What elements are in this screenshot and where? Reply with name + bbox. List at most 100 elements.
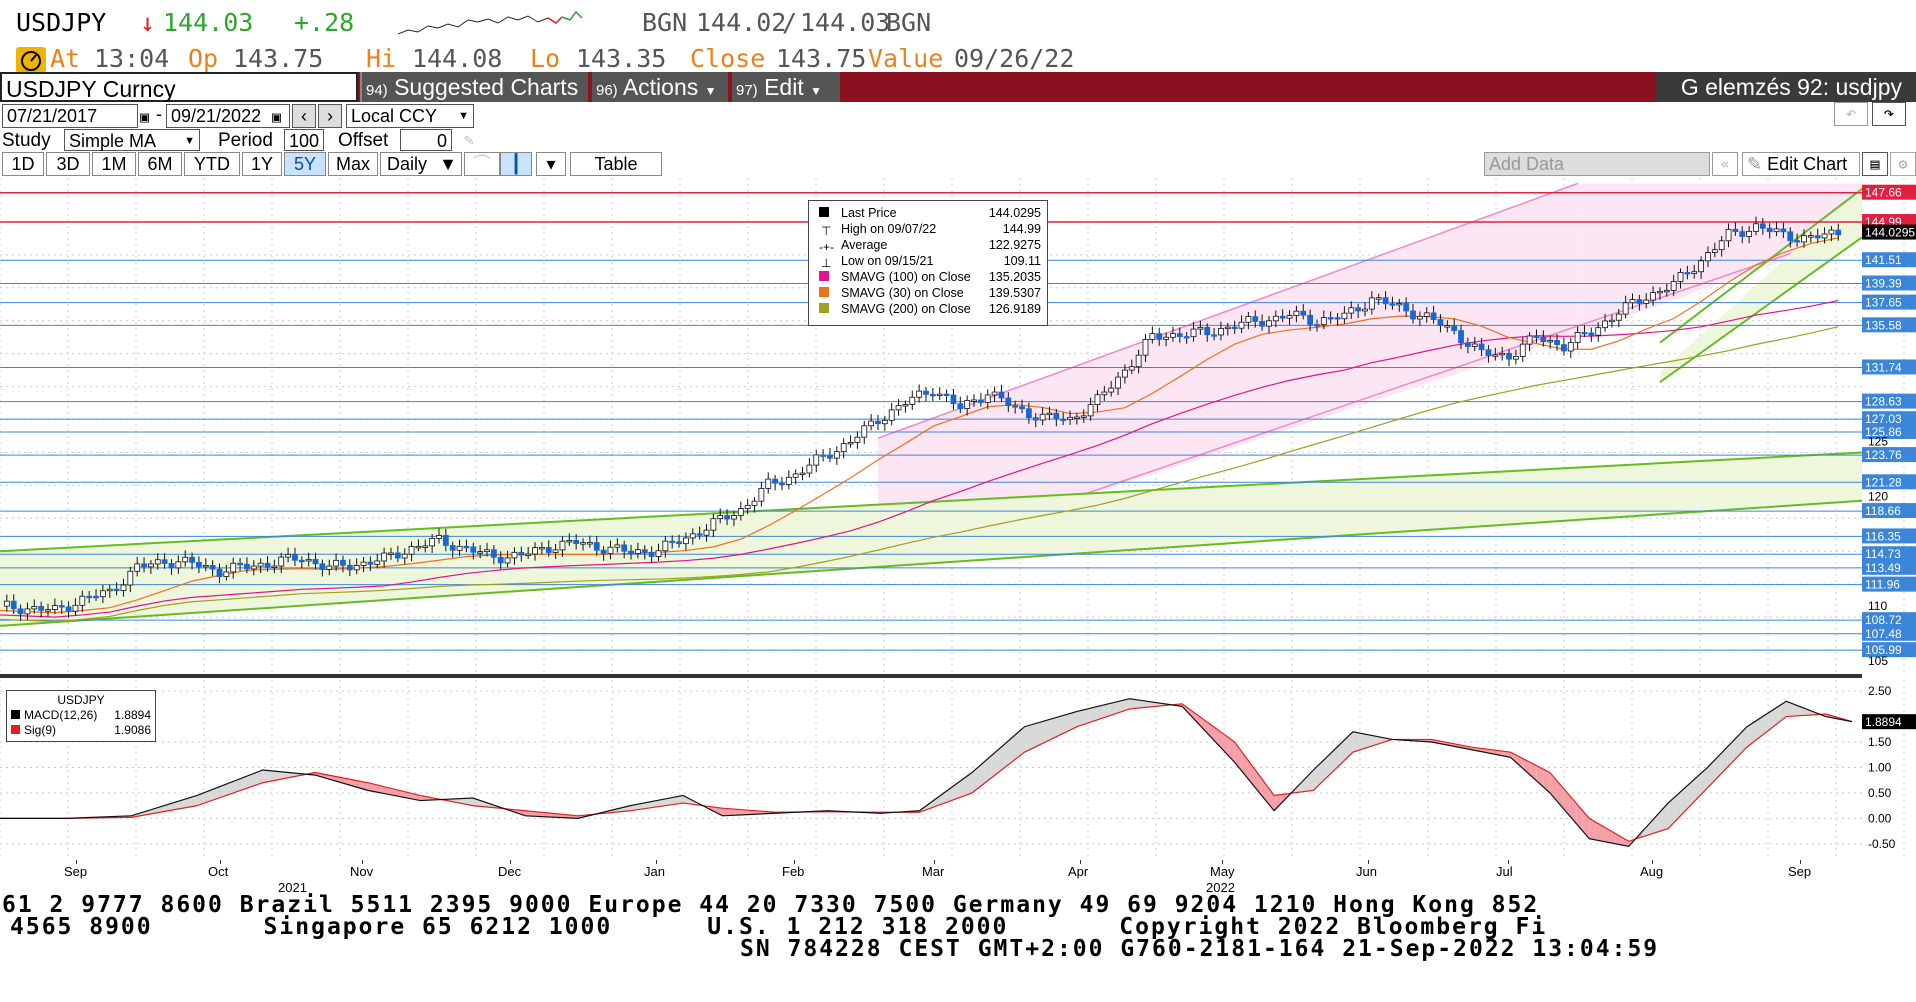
candle-body xyxy=(1293,310,1300,317)
candle-body xyxy=(1122,369,1128,378)
candle-body xyxy=(1087,404,1094,417)
tab-1y[interactable]: 1Y xyxy=(242,152,282,176)
period-value: 100 xyxy=(289,131,320,151)
candle-body xyxy=(1327,317,1334,320)
frequency-select[interactable]: Daily ▼ xyxy=(380,152,462,176)
collapse-icon[interactable]: « xyxy=(1712,152,1738,176)
macd-histogram-fill xyxy=(1129,698,1137,709)
candle-body xyxy=(635,549,641,554)
start-date-value: 07/21/2017 xyxy=(7,106,98,126)
security-field[interactable]: USDJPY Curncy xyxy=(0,72,358,102)
candle-body xyxy=(264,562,271,568)
candle-body xyxy=(1341,312,1348,320)
date-range-dash: - xyxy=(156,104,162,124)
candle-body xyxy=(1403,303,1410,312)
edit-menu-button[interactable]: 97) Edit ▼ xyxy=(732,72,840,102)
candle-body xyxy=(65,606,72,612)
pane-divider[interactable] xyxy=(0,674,1862,678)
tab-1d[interactable]: 1D xyxy=(2,152,44,176)
edit-chart-button[interactable]: ✎ Edit Chart xyxy=(1742,152,1860,176)
tab-1m[interactable]: 1M xyxy=(92,152,136,176)
candle-body xyxy=(456,545,463,551)
candle-body xyxy=(559,540,566,551)
line-chart-icon[interactable]: ⌒ xyxy=(464,152,500,176)
start-date-input[interactable]: 07/21/2017 xyxy=(2,104,138,128)
candle-body xyxy=(51,605,58,611)
macd-y-tick-label: 2.50 xyxy=(1868,684,1892,698)
candle-body xyxy=(1684,272,1691,275)
table-button[interactable]: Table xyxy=(570,152,662,176)
candle-body xyxy=(278,556,285,567)
candle-body xyxy=(717,515,724,520)
macd-value: 1.8894 xyxy=(114,708,151,722)
candle-body xyxy=(1725,228,1732,242)
study-value: Simple MA xyxy=(69,131,157,151)
tab-ytd[interactable]: YTD xyxy=(184,152,240,176)
macd-chart[interactable]: 2.50 1.50 1.00 0.50 0.00 -0.50 1.8894 xyxy=(0,680,1916,860)
x-axis-label: Apr xyxy=(1068,864,1089,879)
bid-ask-separator: / xyxy=(782,8,798,37)
chart-settings-icon[interactable]: ▤ xyxy=(1862,152,1888,176)
add-data-input[interactable]: Add Data xyxy=(1484,152,1710,176)
candle-body xyxy=(120,584,127,591)
candle-body xyxy=(305,559,312,562)
edit-num: 97) xyxy=(736,82,758,99)
x-axis-label: Sep xyxy=(64,864,88,879)
tab-5y[interactable]: 5Y xyxy=(284,152,326,176)
candle-body xyxy=(470,546,477,553)
candle-body xyxy=(662,540,669,552)
x-axis-tick xyxy=(794,860,795,864)
candle-body xyxy=(1019,406,1025,410)
gear-icon[interactable]: ⚙ xyxy=(1890,152,1916,176)
candle-body xyxy=(1108,387,1115,393)
period-input[interactable]: 100 xyxy=(284,129,324,151)
candle-body xyxy=(1677,272,1684,282)
candle-body xyxy=(840,443,847,453)
legend-sma30-value: 139.5307 xyxy=(988,286,1041,300)
undo-button[interactable]: ↶ xyxy=(1834,102,1868,126)
redo-button[interactable]: ↷ xyxy=(1872,102,1906,126)
next-period-button[interactable]: › xyxy=(318,104,342,128)
candle-body xyxy=(1286,315,1293,319)
chart-type-dropdown[interactable]: ▾ xyxy=(536,152,566,176)
calendar-icon[interactable]: ▣ xyxy=(272,108,281,126)
candle-body xyxy=(689,533,696,539)
candle-body xyxy=(182,556,189,563)
tab-max[interactable]: Max xyxy=(328,152,378,176)
x-axis-label: Feb xyxy=(782,864,805,879)
high-marker-icon: ⊤ xyxy=(821,224,832,238)
candle-body xyxy=(703,529,710,536)
candle-body xyxy=(943,393,950,396)
calendar-icon[interactable]: ▣ xyxy=(140,108,149,126)
candle-body xyxy=(1382,297,1389,305)
high-value: 144.08 xyxy=(412,44,503,73)
gauge-icon[interactable] xyxy=(16,47,46,73)
candle-body xyxy=(1732,228,1739,232)
tab-3d[interactable]: 3D xyxy=(46,152,90,176)
y-axis-tick-label: 125 xyxy=(1868,434,1888,448)
tab-6m[interactable]: 6M xyxy=(138,152,182,176)
prev-period-button[interactable]: ‹ xyxy=(292,104,316,128)
frequency-value: Daily xyxy=(387,154,428,174)
actions-menu-button[interactable]: 96) Actions ▼ xyxy=(592,72,728,102)
y-axis-tag: 107.48 xyxy=(1865,627,1902,641)
candle-body xyxy=(847,442,854,445)
candle-body xyxy=(1711,249,1718,253)
candle-body xyxy=(1464,342,1471,347)
currency-select[interactable]: Local CCY ▼ xyxy=(346,104,474,128)
pencil-icon[interactable]: ✎ xyxy=(464,130,474,149)
study-select[interactable]: Simple MA ▼ xyxy=(64,129,200,151)
candle-body xyxy=(1362,308,1368,312)
offset-input[interactable]: 0 xyxy=(400,129,452,151)
candle-body xyxy=(545,547,552,553)
ask-source: BGN xyxy=(886,8,932,37)
candle-body xyxy=(1828,229,1835,235)
y-axis-tag: 114.73 xyxy=(1865,547,1901,561)
suggested-charts-button[interactable]: 94) Suggested Charts xyxy=(360,72,588,102)
candle-body xyxy=(580,542,586,545)
bar-chart-icon[interactable]: ┃ xyxy=(500,152,532,176)
study-label: Study xyxy=(2,130,51,151)
period-label: Period xyxy=(218,130,273,151)
candle-body xyxy=(340,559,346,566)
x-axis-tick xyxy=(220,860,221,864)
